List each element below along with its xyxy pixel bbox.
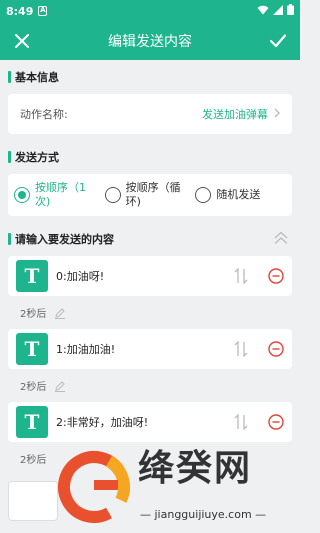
sort-handle-icon[interactable] [234, 268, 248, 284]
content-item[interactable]: T 1:加油加油! [8, 329, 292, 369]
signal-icon [273, 4, 283, 18]
status-time: 8:49 [6, 4, 34, 18]
text-type-icon: T [16, 260, 48, 292]
radio-random[interactable]: 随机发送 [195, 187, 286, 203]
collapse-up-icon[interactable] [274, 230, 288, 249]
section-title-send-mode: 发送方式 [15, 151, 59, 164]
radio-sequential-once[interactable]: 按顺序（1 次) [14, 181, 105, 209]
pencil-icon[interactable] [54, 380, 66, 392]
radio-unchecked-icon [104, 187, 121, 203]
remove-circle-icon[interactable] [268, 341, 284, 357]
remove-circle-icon[interactable] [268, 414, 284, 430]
brand-logo-icon [58, 451, 130, 523]
watermark-url: — jiangguijiuye.com — [140, 508, 267, 521]
sort-handle-icon[interactable] [234, 341, 248, 357]
radio-label-line: 按顺序（循 [125, 181, 181, 194]
close-icon [15, 34, 29, 48]
section-accent-bar [8, 233, 11, 245]
content-item-text: 0:加油呀! [56, 270, 105, 283]
section-title-content: 请输入要发送的内容 [15, 233, 114, 246]
text-type-icon: T [16, 333, 48, 365]
wifi-icon [257, 5, 269, 18]
sort-handle-icon[interactable] [234, 414, 248, 430]
toolbar: 编辑发送内容 [0, 22, 300, 60]
section-content-header: 请输入要发送的内容 [0, 222, 300, 256]
section-accent-bar [8, 151, 11, 163]
content-item[interactable]: T 0:加油呀! [8, 256, 292, 296]
section-accent-bar [8, 71, 11, 83]
action-name-row[interactable]: 动作名称: 发送加油弹幕 [8, 94, 292, 134]
radio-checked-icon [14, 187, 30, 203]
page-title: 编辑发送内容 [108, 34, 192, 50]
input-box[interactable] [8, 481, 58, 521]
check-icon [270, 34, 286, 48]
text-type-icon: T [16, 406, 48, 438]
remove-circle-icon[interactable] [268, 268, 284, 284]
content-item[interactable]: T 2:非常好，加油呀! [8, 402, 292, 442]
action-name-value: 发送加油弹幕 [202, 108, 268, 121]
delay-label: 2秒后 [20, 309, 47, 320]
pencil-icon[interactable] [54, 307, 66, 319]
radio-label: 按顺序（循 环) [126, 181, 181, 209]
delay-label: 2秒后 [20, 455, 47, 466]
radio-label: 按顺序（1 次) [35, 181, 86, 209]
send-mode-radio-group: 按顺序（1 次) 按顺序（循 环) 随机发送 [8, 174, 292, 216]
section-send-mode: 发送方式 [0, 140, 300, 174]
radio-label-line: 按顺序（1 [35, 181, 86, 194]
confirm-button[interactable] [268, 31, 288, 51]
action-name-label: 动作名称: [20, 108, 68, 121]
watermark-brand: 绛癸网 [138, 448, 253, 489]
radio-sequential-loop[interactable]: 按顺序（循 环) [104, 181, 196, 209]
section-title-basic: 基本信息 [15, 71, 59, 84]
section-content: 请输入要发送的内容 [0, 222, 114, 256]
radio-label-line: 次) [35, 195, 51, 208]
section-basic-info: 基本信息 [0, 60, 300, 94]
chevron-right-icon [274, 107, 280, 121]
status-bar: 8:49 A [0, 0, 300, 22]
radio-unchecked-icon [195, 187, 212, 203]
content-item-text: 1:加油加油! [56, 343, 116, 356]
delay-row: 2秒后 [0, 369, 300, 402]
radio-label: 随机发送 [216, 188, 261, 201]
delay-label: 2秒后 [20, 382, 47, 393]
notification-icon: A [38, 6, 48, 16]
content-item-text: 2:非常好，加油呀! [56, 416, 149, 429]
close-button[interactable] [12, 31, 32, 51]
delay-row: 2秒后 [0, 296, 300, 329]
radio-label-line: 环) [125, 195, 141, 208]
battery-icon [287, 4, 294, 18]
